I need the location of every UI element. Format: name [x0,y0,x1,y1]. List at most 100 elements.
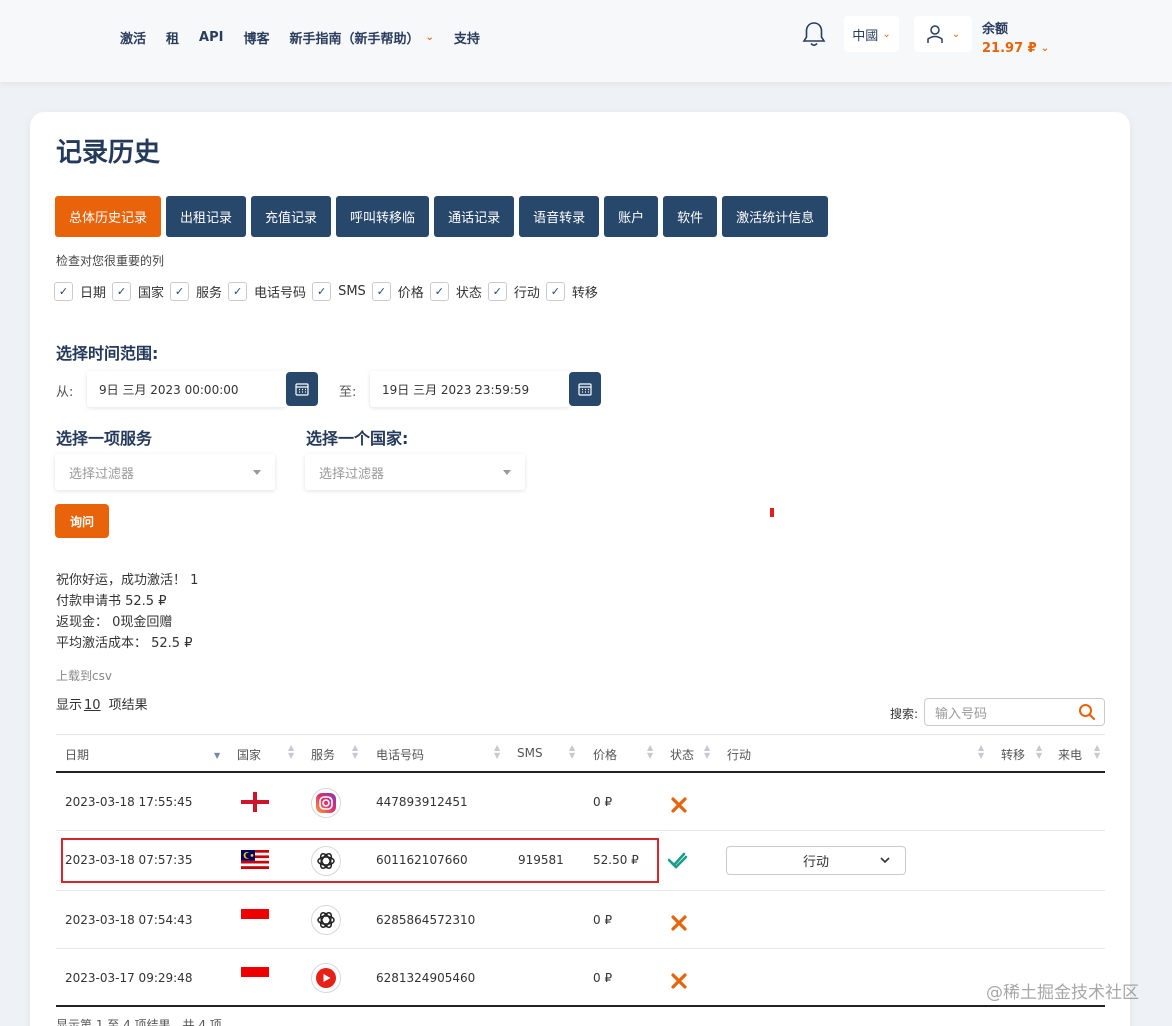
check-label: 服务 [196,286,223,301]
cell-price: 0 ₽ [593,913,613,927]
th-forward[interactable]: 转移 [1001,746,1025,763]
th-phone[interactable]: 电话号码 [376,746,424,763]
column-check-action[interactable]: ✓ 行动 [487,282,540,301]
th-service[interactable]: 服务 [311,746,335,763]
column-check-sms[interactable]: ✓ SMS [312,282,366,301]
column-check-price[interactable]: ✓ 价格 [371,282,424,301]
to-calendar-button[interactable] [569,372,601,406]
from-calendar-button[interactable] [286,372,318,406]
check-label: 日期 [80,286,107,301]
csv-export-link[interactable]: 上载到csv [56,667,112,684]
nav-api[interactable]: API [199,30,223,45]
to-date-input[interactable]: 19日 三月 2023 23:59:59 [370,371,570,407]
check-icon: ✓ [54,282,73,301]
to-date-value: 19日 三月 2023 23:59:59 [382,382,530,397]
user-menu[interactable]: ⌄ [914,16,972,52]
indonesia-flag-icon [241,909,269,929]
th-price[interactable]: 价格 [593,746,617,763]
table-top-border [56,734,1105,735]
cell-date: 2023-03-17 09:29:48 [65,971,193,985]
cell-phone: 6281324905460 [376,971,476,985]
query-button[interactable]: 询问 [55,504,109,538]
check-icon: ✓ [371,282,391,301]
time-range-title: 选择时间范围: [56,344,159,363]
check-icon: ✓ [487,282,507,301]
page-length-select[interactable]: 10 [84,698,101,713]
language-select[interactable]: 中國 ⌄ [844,16,899,52]
status-failed-icon [671,915,687,931]
th-date[interactable]: 日期 [65,746,89,763]
th-sms[interactable]: SMS [517,746,543,760]
sort-icon: ▲ ▼ [1036,743,1043,760]
check-icon: ✓ [545,282,565,301]
balance-amount: 21.97 ₽ [982,41,1037,56]
calendar-icon [295,383,309,396]
sort-desc-icon: ▼ [214,751,221,760]
search-label: 搜索: [890,707,919,721]
tab-call-forward[interactable]: 呼叫转移临 [336,196,430,237]
column-check-phone[interactable]: ✓ 电话号码 [228,282,306,301]
search-input[interactable]: 输入号码 [924,698,1105,726]
columns-hint: 检查对您很重要的列 [56,254,165,268]
service-filter-select[interactable]: 选择过滤器 [55,454,275,490]
indonesia-flag-icon [241,967,269,987]
nav-label: 新手指南（新手帮助） [289,32,420,47]
nav-guide[interactable]: 新手指南（新手帮助） ⌄ [289,28,433,47]
from-date-input[interactable]: 9日 三月 2023 00:00:00 [87,371,287,407]
nav-support[interactable]: 支持 [454,28,480,47]
check-icon: ✓ [112,282,132,301]
tab-account[interactable]: 账户 [604,196,659,237]
country-filter-select[interactable]: 选择过滤器 [305,454,525,490]
sort-icon: ▲ ▼ [494,743,501,760]
column-check-status[interactable]: ✓ 状态 [429,282,482,301]
calendar-icon [578,383,592,396]
column-check-date[interactable]: ✓ 日期 [54,282,106,301]
chevron-down-icon: ⌄ [882,28,891,40]
status-success-icon [668,852,688,869]
column-check-service[interactable]: ✓ 服务 [170,282,222,301]
column-checkboxes: ✓ 日期 ✓ 国家 ✓ 服务 ✓ 电话号码 ✓ SMS ✓ 价格 ✓ 状态 ✓ 行动 ✓ 转移 [54,282,604,301]
action-dropdown[interactable]: 行动 [726,846,906,875]
tab-call-history[interactable]: 通话记录 [434,196,515,237]
chevron-down-icon: ⌄ [425,32,434,43]
balance[interactable]: 余额 21.97 ₽ ⌄ [982,18,1049,56]
from-label: 从: [56,385,74,400]
activation-stats: 祝你好运，成功激活！ 1 付款申请书 52.5 ₽ 返现金： 0现金回赠 平均激… [56,570,198,654]
nav-activate[interactable]: 激活 [120,28,146,47]
sort-icon: ▲ ▼ [647,743,654,760]
status-failed-icon [671,973,687,989]
search-icon[interactable] [1078,703,1096,721]
page-title: 记录历史 [56,138,161,168]
highlight-box [61,838,659,883]
tab-voice-transcription[interactable]: 语音转录 [519,196,600,237]
nav-label: API [199,30,224,45]
th-incoming-call[interactable]: 来电 [1058,746,1082,763]
chevron-down-icon: ⌄ [951,28,961,40]
th-action[interactable]: 行动 [727,746,751,763]
chevron-down-icon [880,857,890,864]
row-divider [56,948,1105,949]
th-country[interactable]: 国家 [237,746,261,763]
tab-rent-history[interactable]: 出租记录 [166,196,247,237]
check-icon: ✓ [312,282,332,301]
user-icon [927,25,943,43]
nav-blog[interactable]: 博客 [243,28,269,47]
main-nav: 激活 租 API 博客 新手指南（新手帮助） ⌄ 支持 [120,28,500,47]
cell-price: 0 ₽ [593,795,613,809]
sort-icon: ▲ ▼ [1094,743,1101,760]
tab-software[interactable]: 软件 [663,196,718,237]
row-divider [56,890,1105,891]
tab-activation-stats[interactable]: 激活统计信息 [722,196,829,237]
th-status[interactable]: 状态 [670,746,694,763]
column-check-forward[interactable]: ✓ 转移 [545,282,598,301]
check-label: 转移 [571,286,598,301]
show-prefix: 显示 [56,698,83,713]
action-label: 行动 [802,855,829,870]
sort-icon: ▲ ▼ [978,743,985,760]
tab-overall-history[interactable]: 总体历史记录 [55,196,162,237]
nav-rent[interactable]: 租 [166,28,179,47]
caret-down-icon [503,470,511,475]
column-check-country[interactable]: ✓ 国家 [112,282,164,301]
tab-topup-history[interactable]: 充值记录 [251,196,332,237]
bell-icon[interactable] [801,20,829,50]
